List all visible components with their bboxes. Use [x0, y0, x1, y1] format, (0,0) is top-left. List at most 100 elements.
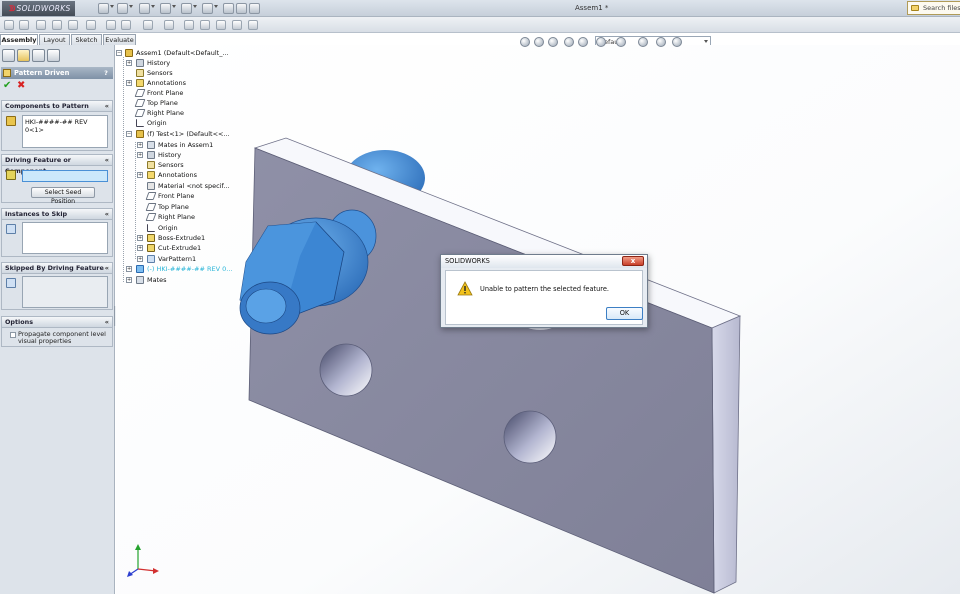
cancel-x-icon[interactable]: ✖: [17, 81, 27, 91]
instances-to-skip-list[interactable]: [22, 222, 108, 254]
search-field[interactable]: Search files a: [907, 1, 960, 15]
assembly-features-icon[interactable]: [164, 20, 174, 30]
rebuild-icon[interactable]: [223, 3, 234, 14]
move-component-icon[interactable]: [121, 20, 131, 30]
origin-icon: [136, 119, 144, 127]
reference-geometry-icon[interactable]: [184, 20, 194, 30]
ok-button[interactable]: OK: [606, 307, 643, 320]
bill-of-materials-icon[interactable]: [216, 20, 226, 30]
collapse-icon[interactable]: «: [105, 318, 109, 327]
apply-scene-icon[interactable]: [672, 37, 682, 47]
linear-pattern-icon[interactable]: [86, 20, 96, 30]
edit-appearance-icon[interactable]: [656, 37, 666, 47]
tab-sketch[interactable]: Sketch: [71, 34, 102, 45]
feature-manager-icon[interactable]: [2, 49, 15, 62]
previous-view-icon[interactable]: [548, 37, 558, 47]
chevron-down-icon[interactable]: [172, 5, 176, 8]
expand-icon[interactable]: +: [137, 152, 143, 158]
pan-icon[interactable]: [19, 20, 29, 30]
ds-logo-icon: ᗫ: [9, 4, 16, 13]
new-motion-study-icon[interactable]: [200, 20, 210, 30]
file-properties-icon[interactable]: [236, 3, 247, 14]
help-icon[interactable]: ?: [102, 69, 110, 77]
assembly-icon: [125, 49, 133, 57]
expand-icon[interactable]: +: [126, 80, 132, 86]
chevron-down-icon[interactable]: [193, 5, 197, 8]
open-icon[interactable]: [117, 3, 128, 14]
select-seed-position-button[interactable]: Select Seed Position: [31, 187, 95, 205]
group-header[interactable]: Driving Feature or Component«: [2, 155, 112, 175]
tab-layout[interactable]: Layout: [39, 34, 70, 45]
title-bar: ᗫSOLIDWORKS Assem1 * Search files a: [0, 0, 960, 17]
tab-assembly[interactable]: Assembly: [0, 34, 38, 45]
dynamic-annotation-icon[interactable]: [578, 37, 588, 47]
display-manager-icon[interactable]: [47, 49, 60, 62]
list-item[interactable]: HKI-####-## REV 0<1>: [25, 118, 105, 134]
propagate-checkbox[interactable]: [10, 332, 16, 338]
expand-icon[interactable]: +: [137, 142, 143, 148]
group-header[interactable]: Skipped By Driving Feature «: [2, 263, 112, 274]
undo-icon[interactable]: [181, 3, 192, 14]
cut-extrude-icon: [147, 244, 155, 252]
chevron-down-icon[interactable]: [214, 5, 218, 8]
chevron-down-icon[interactable]: [129, 5, 133, 8]
group-header[interactable]: Options «: [2, 317, 112, 328]
insert-component-icon[interactable]: [52, 20, 62, 30]
expand-icon[interactable]: +: [137, 172, 143, 178]
plane-icon: [134, 89, 146, 97]
property-manager-icon[interactable]: [17, 49, 30, 62]
expand-icon[interactable]: +: [137, 245, 143, 251]
expand-icon[interactable]: +: [137, 256, 143, 262]
sensors-icon: [147, 161, 155, 169]
part-icon: [136, 130, 144, 138]
smart-fastener-icon[interactable]: [106, 20, 116, 30]
section-view-icon[interactable]: [564, 37, 574, 47]
collapse-icon[interactable]: «: [105, 102, 109, 111]
exploded-view-icon[interactable]: [232, 20, 242, 30]
document-title: Assem1 *: [575, 4, 609, 12]
standard-toolbar: Default: [0, 17, 960, 48]
view-orientation-icon[interactable]: [596, 37, 606, 47]
solidworks-logo[interactable]: ᗫSOLIDWORKS: [2, 1, 75, 16]
chevron-down-icon[interactable]: [110, 5, 114, 8]
new-icon[interactable]: [98, 3, 109, 14]
zoom-icon[interactable]: [36, 20, 46, 30]
group-header[interactable]: Instances to Skip «: [2, 209, 112, 220]
dialog-close-button[interactable]: x: [622, 256, 644, 266]
components-list[interactable]: HKI-####-## REV 0<1>: [22, 115, 108, 148]
show-hidden-icon[interactable]: [143, 20, 153, 30]
tree-connector: [135, 142, 136, 260]
expand-icon[interactable]: +: [126, 277, 132, 283]
print-icon[interactable]: [160, 3, 171, 14]
expand-icon[interactable]: −: [116, 50, 122, 56]
expand-icon[interactable]: +: [137, 235, 143, 241]
hole-lower-right[interactable]: [503, 410, 557, 464]
display-style-icon[interactable]: [616, 37, 626, 47]
command-tabs: Assembly Layout Sketch Evaluate: [0, 34, 136, 45]
options-group: Options « Propagate component level visua…: [1, 316, 113, 347]
group-header[interactable]: Components to Pattern «: [2, 101, 112, 112]
hole-upper-left[interactable]: [319, 343, 373, 397]
expand-icon[interactable]: +: [126, 60, 132, 66]
rotate-icon[interactable]: [4, 20, 14, 30]
chevron-down-icon[interactable]: [151, 5, 155, 8]
collapse-icon[interactable]: «: [105, 264, 109, 273]
propagate-visual-properties-option[interactable]: Propagate component level visual propert…: [10, 331, 114, 345]
configuration-manager-icon[interactable]: [32, 49, 45, 62]
save-icon[interactable]: [139, 3, 150, 14]
expand-icon[interactable]: −: [126, 131, 132, 137]
tab-evaluate[interactable]: Evaluate: [103, 34, 136, 45]
mate-icon[interactable]: [68, 20, 78, 30]
zoom-to-fit-icon[interactable]: [520, 37, 530, 47]
zoom-to-area-icon[interactable]: [534, 37, 544, 47]
plate-side-face[interactable]: [711, 315, 741, 594]
collapse-icon[interactable]: «: [105, 210, 109, 219]
select-icon[interactable]: [202, 3, 213, 14]
ok-check-icon[interactable]: ✔: [3, 81, 13, 91]
driving-feature-field[interactable]: [22, 170, 108, 182]
options-icon[interactable]: [249, 3, 260, 14]
hide-show-items-icon[interactable]: [638, 37, 648, 47]
instant3d-icon[interactable]: [248, 20, 258, 30]
collapse-icon[interactable]: «: [105, 156, 109, 165]
expand-icon[interactable]: +: [126, 266, 132, 272]
